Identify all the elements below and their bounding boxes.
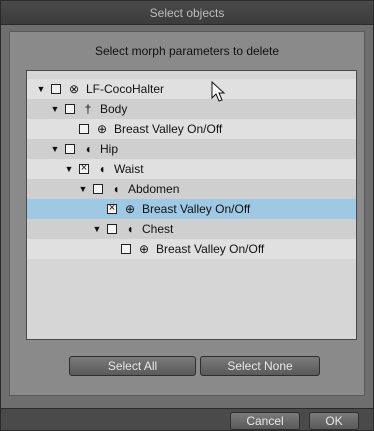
tree-label: Chest bbox=[142, 222, 174, 236]
tree-row[interactable]: ⊕ Breast Valley On/Off bbox=[27, 239, 356, 259]
dialog-title: Select objects bbox=[1, 1, 373, 25]
tree-label: Waist bbox=[114, 162, 144, 176]
select-all-button[interactable]: Select All bbox=[69, 356, 196, 376]
expand-arrow-icon[interactable]: ▼ bbox=[49, 104, 61, 114]
tree-checkbox[interactable] bbox=[51, 84, 61, 94]
morph-dial-icon: ⊕ bbox=[138, 242, 150, 256]
expand-arrow-icon[interactable]: ▼ bbox=[35, 84, 47, 94]
body-icon: † bbox=[84, 102, 92, 116]
expand-arrow-icon[interactable]: ▼ bbox=[63, 164, 75, 174]
tree-checkbox[interactable] bbox=[65, 104, 75, 114]
tree-label: Hip bbox=[100, 142, 119, 156]
tree-checkbox[interactable] bbox=[65, 144, 75, 154]
select-objects-dialog: Select objects Select morph parameters t… bbox=[0, 0, 374, 431]
tree-label: Breast Valley On/Off bbox=[142, 202, 251, 216]
ok-button[interactable]: OK bbox=[309, 412, 359, 430]
tree-checkbox[interactable] bbox=[79, 164, 89, 174]
tree-row[interactable]: ▼ ◖ Waist bbox=[27, 159, 356, 179]
tree-label: Body bbox=[100, 102, 128, 116]
mouse-cursor-icon bbox=[211, 81, 226, 102]
tree-label: Breast Valley On/Off bbox=[114, 122, 223, 136]
tree-label: LF-CocoHalter bbox=[86, 82, 165, 96]
tree-row[interactable]: ⊕ Breast Valley On/Off bbox=[27, 119, 356, 139]
tree-row[interactable]: ▼ ⊗ LF-CocoHalter bbox=[27, 79, 356, 99]
bone-icon: ◖ bbox=[112, 182, 120, 196]
tree-checkbox[interactable] bbox=[107, 204, 117, 214]
prompt-text: Select morph parameters to delete bbox=[94, 44, 280, 58]
morph-dial-icon: ⊕ bbox=[124, 202, 136, 216]
tree-row[interactable]: ▼ ◖ Chest bbox=[27, 219, 356, 239]
tree-row[interactable]: ▼ ◖ Abdomen bbox=[27, 179, 356, 199]
tree-row[interactable]: ⊕ Breast Valley On/Off bbox=[27, 199, 356, 219]
tree-checkbox[interactable] bbox=[93, 184, 103, 194]
cancel-button[interactable]: Cancel bbox=[230, 412, 300, 430]
tree-row[interactable]: ▼ ◖ Hip bbox=[27, 139, 356, 159]
morph-tree[interactable]: ▼ ⊗ LF-CocoHalter ▼ † Body ⊕ Breast Valley On/O… bbox=[26, 70, 357, 340]
expand-arrow-icon[interactable]: ▼ bbox=[91, 224, 103, 234]
morph-dial-icon: ⊕ bbox=[96, 122, 108, 136]
bone-icon: ◖ bbox=[84, 142, 92, 156]
expand-arrow-icon[interactable]: ▼ bbox=[49, 144, 61, 154]
figure-icon: ⊗ bbox=[68, 82, 80, 96]
tree-row[interactable]: ▼ † Body bbox=[27, 99, 356, 119]
tree-checkbox[interactable] bbox=[107, 224, 117, 234]
bone-icon: ◖ bbox=[126, 222, 134, 236]
bone-icon: ◖ bbox=[98, 162, 106, 176]
tree-label: Breast Valley On/Off bbox=[156, 242, 265, 256]
tree-checkbox[interactable] bbox=[121, 244, 131, 254]
tree-checkbox[interactable] bbox=[79, 124, 89, 134]
expand-arrow-icon[interactable]: ▼ bbox=[77, 184, 89, 194]
select-none-button[interactable]: Select None bbox=[200, 356, 320, 376]
tree-label: Abdomen bbox=[128, 182, 180, 196]
